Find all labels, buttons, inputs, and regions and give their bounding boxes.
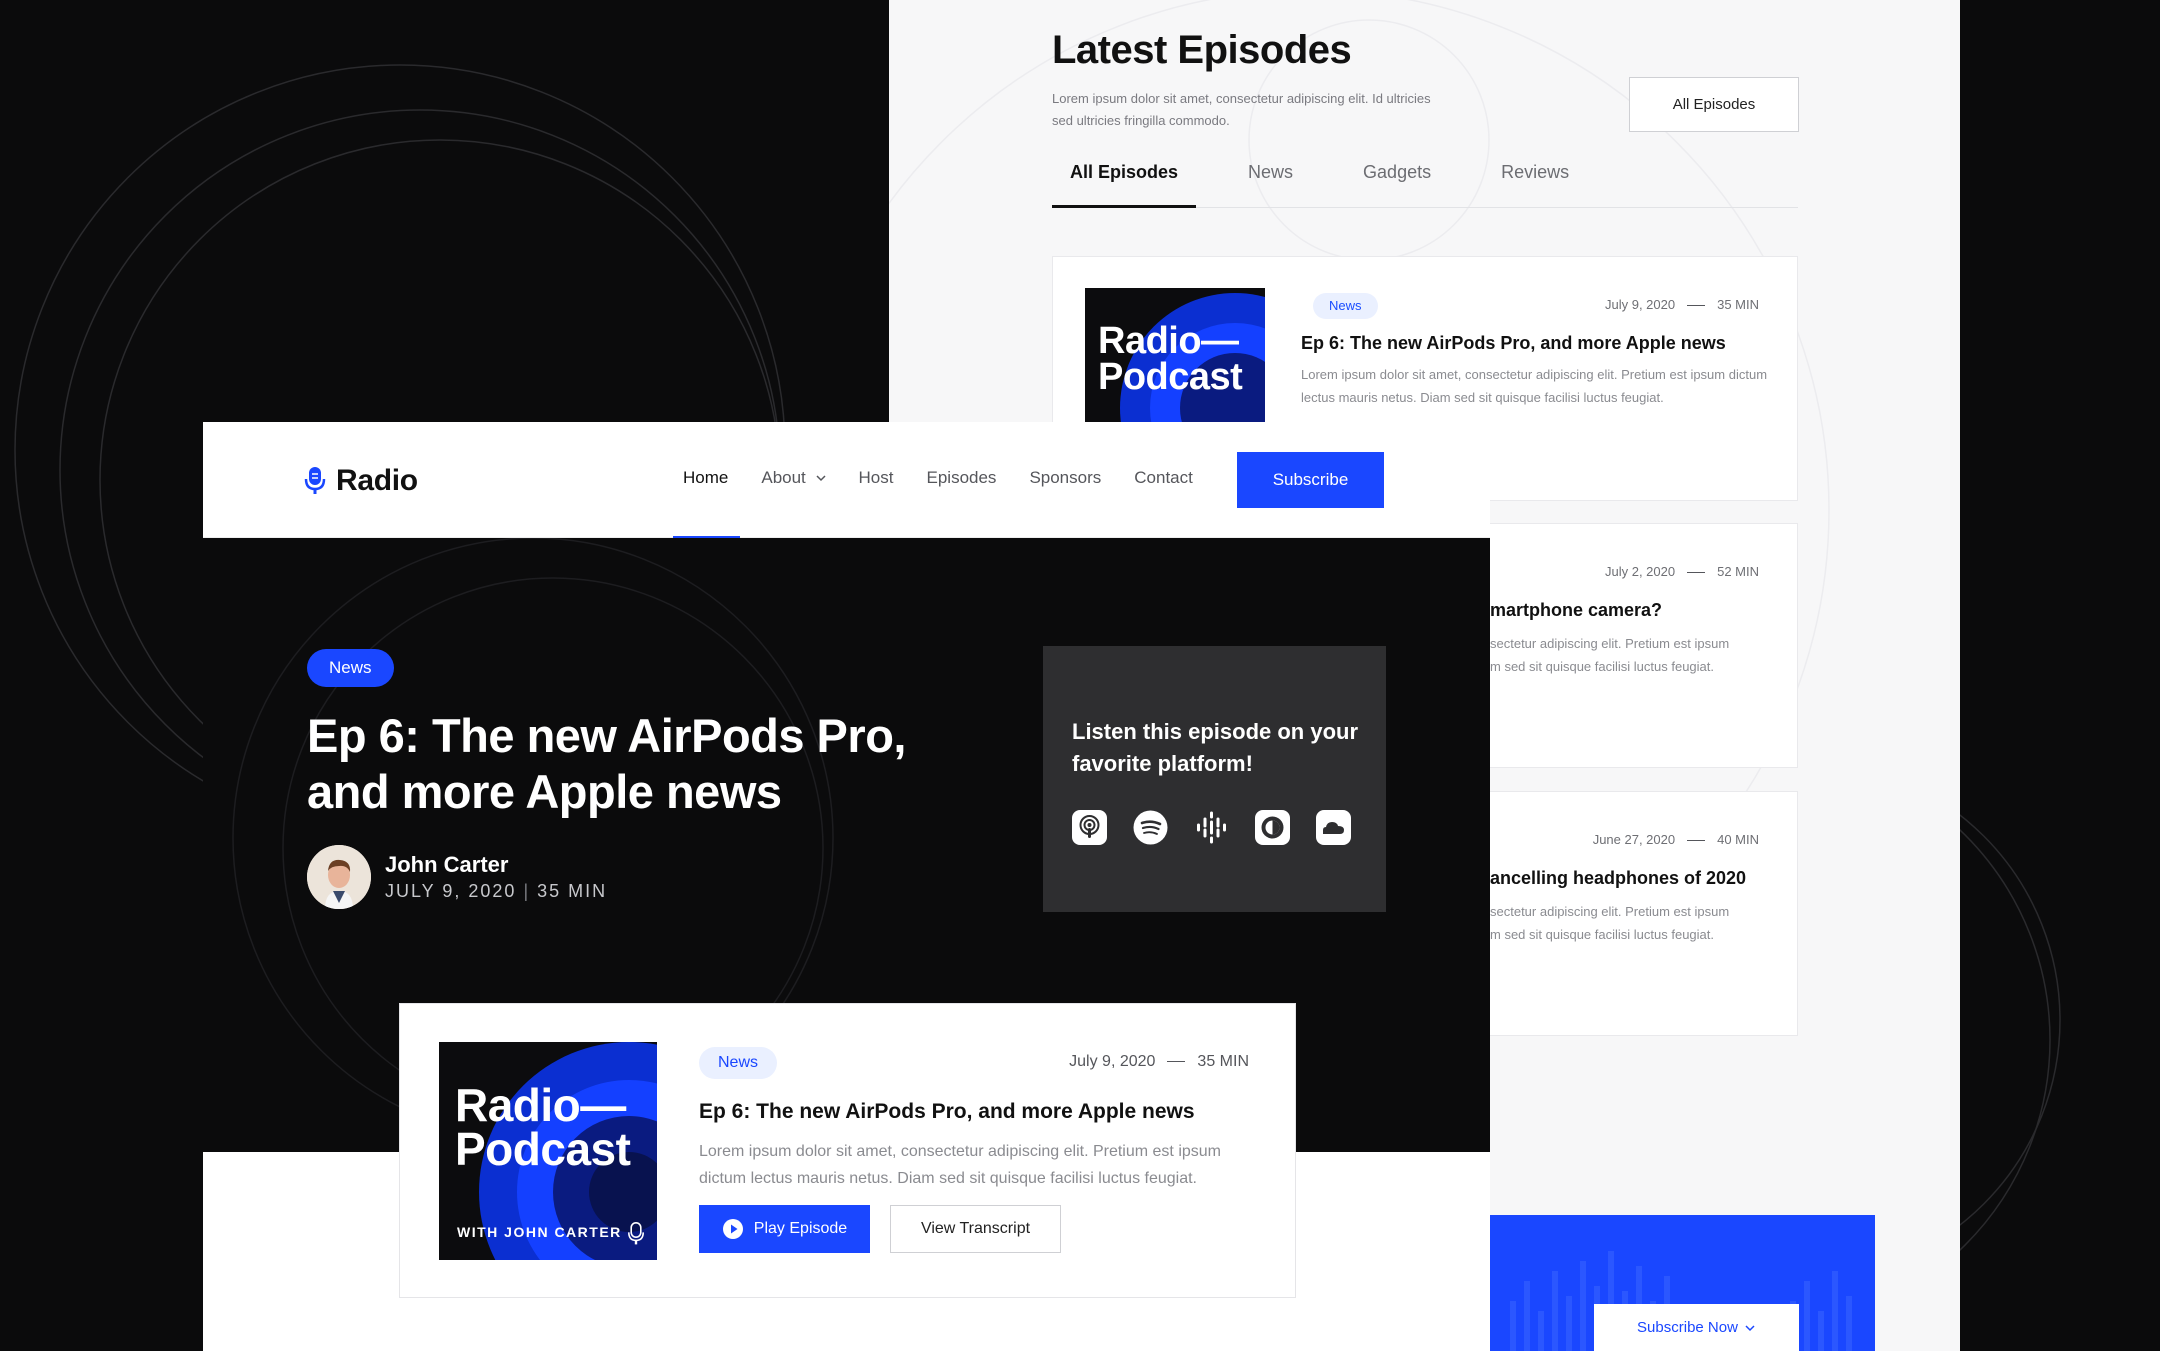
episode-filter-tabs: All Episodes News Gadgets Reviews xyxy=(1052,150,1798,208)
episode-meta: July 2, 2020 52 MIN xyxy=(1605,564,1759,579)
nav-episodes[interactable]: Episodes xyxy=(927,468,997,488)
episode-title[interactable]: ancelling headphones of 2020 xyxy=(1490,868,1746,889)
top-navigation: Radio Home About Host Episodes Sponsors … xyxy=(203,422,1490,539)
nav-host[interactable]: Host xyxy=(859,468,894,488)
episode-meta: JULY 9, 2020 | 35 MIN xyxy=(385,881,607,902)
platforms-heading: Listen this episode on your favorite pla… xyxy=(1072,719,1359,776)
episode-duration: 35 MIN xyxy=(537,881,608,901)
tab-all-episodes[interactable]: All Episodes xyxy=(1052,150,1197,208)
episode-cover: Radio— Podcast WITH JOHN CARTER xyxy=(439,1042,657,1260)
nav-about-label: About xyxy=(761,468,806,487)
tab-reviews[interactable]: Reviews xyxy=(1483,150,1587,208)
microphone-icon xyxy=(304,467,326,494)
episode-title[interactable]: martphone camera? xyxy=(1490,600,1662,621)
episode-meta: July 9, 2020 35 MIN xyxy=(1069,1053,1249,1071)
cover-title-line2: Podcast xyxy=(1098,356,1243,398)
overcast-icon[interactable] xyxy=(1255,810,1290,845)
logo-text: Radio xyxy=(336,464,418,497)
episode-duration: 52 MIN xyxy=(1717,564,1759,579)
description-line: sectetur adipiscing elit. Pretium est ip… xyxy=(1490,636,1730,651)
microphone-icon xyxy=(628,1222,644,1245)
episode-description: Lorem ipsum dolor sit amet, consectetur … xyxy=(1301,367,1768,405)
episode-description: Lorem ipsum dolor sit amet, consectetur … xyxy=(699,1143,1221,1187)
site-logo[interactable]: Radio xyxy=(304,464,418,498)
subscribe-now-label: Subscribe Now xyxy=(1637,1319,1738,1336)
play-episode-label: Play Episode xyxy=(753,1220,848,1237)
episode-duration: 40 MIN xyxy=(1717,832,1759,847)
cover-title-line1: Radio— xyxy=(455,1079,626,1131)
featured-episode-card: Radio— Podcast WITH JOHN CARTER News Jul… xyxy=(399,1003,1296,1298)
category-tag[interactable]: News xyxy=(699,1047,778,1079)
episode-meta: June 27, 2020 40 MIN xyxy=(1593,832,1759,847)
subscribe-now-button[interactable]: Subscribe Now xyxy=(1594,1304,1799,1351)
description-line: m sed sit quisque facilisi luctus feugia… xyxy=(1490,927,1714,942)
nav-about[interactable]: About xyxy=(761,468,826,488)
category-tag[interactable]: News xyxy=(1313,293,1378,319)
section-lead: Lorem ipsum dolor sit amet, consectetur … xyxy=(1052,91,1431,128)
episode-date: July 9, 2020 xyxy=(1069,1053,1156,1070)
category-tag[interactable]: News xyxy=(307,649,394,687)
platforms-panel: Listen this episode on your favorite pla… xyxy=(1043,646,1386,912)
episode-description: sectetur adipiscing elit. Pretium est ip… xyxy=(1490,632,1960,678)
episode-duration: 35 MIN xyxy=(1717,297,1759,312)
chevron-down-icon xyxy=(816,475,826,482)
view-transcript-button[interactable]: View Transcript xyxy=(890,1205,1061,1253)
episode-page: Radio Home About Host Episodes Sponsors … xyxy=(203,422,1490,1351)
tab-gadgets[interactable]: Gadgets xyxy=(1345,150,1449,208)
meta-separator: | xyxy=(523,881,531,901)
chevron-down-icon xyxy=(1745,1324,1755,1331)
cover-host: WITH JOHN CARTER xyxy=(457,1224,622,1240)
episode-description: sectetur adipiscing elit. Pretium est ip… xyxy=(1490,900,1960,946)
nav-contact[interactable]: Contact xyxy=(1134,468,1193,488)
episode-duration: 35 MIN xyxy=(1197,1053,1249,1070)
all-episodes-button[interactable]: All Episodes xyxy=(1629,77,1799,132)
avatar xyxy=(307,845,371,909)
description-line: sectetur adipiscing elit. Pretium est ip… xyxy=(1490,904,1730,919)
avatar-illustration xyxy=(307,845,371,909)
nav-sponsors[interactable]: Sponsors xyxy=(1029,468,1101,488)
author-name[interactable]: John Carter xyxy=(385,852,607,878)
cover-title-line2: Podcast xyxy=(455,1123,631,1175)
episode-date: June 27, 2020 xyxy=(1592,832,1676,847)
google-podcasts-icon[interactable] xyxy=(1194,810,1229,845)
nav-home[interactable]: Home xyxy=(672,468,741,539)
episode-date: JULY 9, 2020 xyxy=(385,881,517,901)
episode-date: July 2, 2020 xyxy=(1604,564,1676,579)
soundcloud-icon[interactable] xyxy=(1316,810,1351,845)
episode-title[interactable]: Ep 6: The new AirPods Pro, and more Appl… xyxy=(699,1100,1195,1124)
section-title: Latest Episodes xyxy=(1052,28,1352,72)
author-block: John Carter JULY 9, 2020 | 35 MIN xyxy=(307,845,607,909)
description-line: m sed sit quisque facilisi luctus feugia… xyxy=(1490,659,1714,674)
main-menu: Home About Host Episodes Sponsors Contac… xyxy=(672,468,1226,539)
episode-title[interactable]: Ep 6: The new AirPods Pro, and more Appl… xyxy=(1301,333,1726,354)
episode-meta: July 9, 2020 35 MIN xyxy=(1605,297,1759,312)
apple-podcasts-icon[interactable] xyxy=(1072,810,1107,845)
episode-date: July 9, 2020 xyxy=(1604,297,1676,312)
cover-title-line1: Radio— xyxy=(1098,320,1239,362)
mockup-stage: Latest Episodes Lorem ipsum dolor sit am… xyxy=(0,0,2160,1351)
platform-links xyxy=(1072,810,1351,845)
play-episode-button[interactable]: Play Episode xyxy=(699,1205,870,1253)
subscribe-button[interactable]: Subscribe xyxy=(1237,452,1384,508)
spotify-icon[interactable] xyxy=(1133,810,1168,845)
play-icon xyxy=(722,1219,743,1239)
tab-news[interactable]: News xyxy=(1230,150,1311,208)
episode-title: Ep 6: The new AirPods Pro, and more Appl… xyxy=(307,709,906,818)
